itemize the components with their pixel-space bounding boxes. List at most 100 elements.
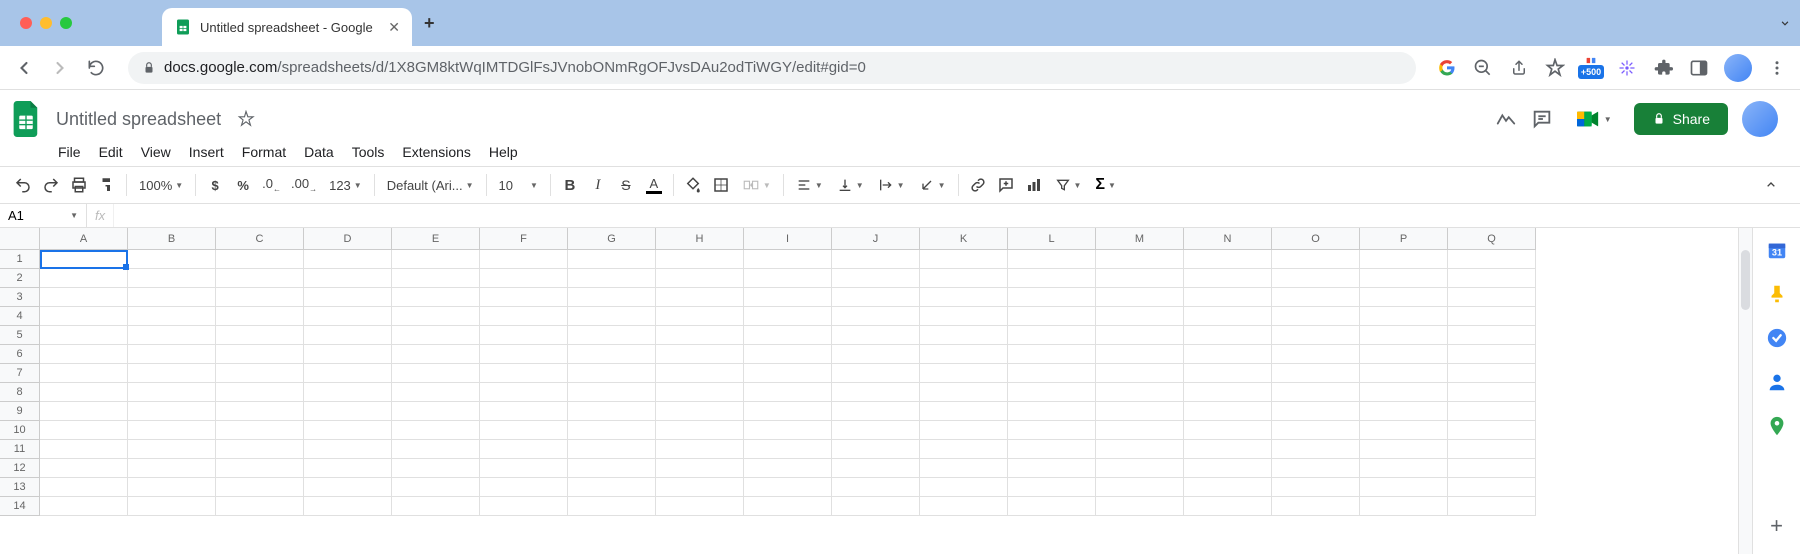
scroll-thumb[interactable] <box>1741 250 1750 310</box>
row-header[interactable]: 1 <box>0 250 40 269</box>
back-button[interactable] <box>12 56 36 80</box>
cell[interactable] <box>832 402 920 421</box>
cell[interactable] <box>1096 288 1184 307</box>
cell[interactable] <box>832 364 920 383</box>
zoom-icon[interactable] <box>1472 57 1494 79</box>
cell[interactable] <box>216 307 304 326</box>
cell[interactable] <box>1272 364 1360 383</box>
cell[interactable] <box>128 440 216 459</box>
cell[interactable] <box>1448 345 1536 364</box>
name-box[interactable]: A1 ▼ <box>0 204 87 227</box>
cell[interactable] <box>1448 269 1536 288</box>
document-title[interactable]: Untitled spreadsheet <box>50 107 227 132</box>
cell[interactable] <box>1360 326 1448 345</box>
cell[interactable] <box>1272 440 1360 459</box>
cell[interactable] <box>1184 459 1272 478</box>
cell[interactable] <box>1008 288 1096 307</box>
cell[interactable] <box>216 345 304 364</box>
share-button[interactable]: Share <box>1634 103 1728 135</box>
profile-avatar[interactable] <box>1724 54 1752 82</box>
cell[interactable] <box>744 440 832 459</box>
cell[interactable] <box>40 459 128 478</box>
cell[interactable] <box>40 326 128 345</box>
cell[interactable] <box>1448 402 1536 421</box>
cell[interactable] <box>920 402 1008 421</box>
cell[interactable] <box>128 459 216 478</box>
share-icon[interactable] <box>1508 57 1530 79</box>
cell[interactable] <box>304 326 392 345</box>
cell[interactable] <box>1008 383 1096 402</box>
menu-file[interactable]: File <box>50 140 89 162</box>
cell[interactable] <box>480 497 568 516</box>
cell[interactable] <box>1008 459 1096 478</box>
cell[interactable] <box>920 421 1008 440</box>
cell[interactable] <box>1448 497 1536 516</box>
functions-dropdown[interactable]: Σ▼ <box>1089 176 1122 194</box>
currency-button[interactable]: $ <box>202 172 228 198</box>
cell[interactable] <box>480 459 568 478</box>
column-header[interactable]: A <box>40 228 128 250</box>
fill-color-button[interactable] <box>680 172 706 198</box>
reload-button[interactable] <box>84 56 108 80</box>
cell[interactable] <box>1448 364 1536 383</box>
cell[interactable] <box>1272 307 1360 326</box>
cell[interactable] <box>1360 402 1448 421</box>
cell[interactable] <box>656 326 744 345</box>
cell[interactable] <box>1272 402 1360 421</box>
cell[interactable] <box>304 288 392 307</box>
cell[interactable] <box>1008 497 1096 516</box>
row-header[interactable]: 3 <box>0 288 40 307</box>
cell[interactable] <box>1272 288 1360 307</box>
link-button[interactable] <box>965 172 991 198</box>
row-header[interactable]: 12 <box>0 459 40 478</box>
cell[interactable] <box>744 497 832 516</box>
undo-button[interactable] <box>10 172 36 198</box>
cell[interactable] <box>1096 307 1184 326</box>
cell[interactable] <box>568 326 656 345</box>
borders-button[interactable] <box>708 172 734 198</box>
cell[interactable] <box>1184 497 1272 516</box>
cell[interactable] <box>1448 440 1536 459</box>
account-avatar[interactable] <box>1742 101 1778 137</box>
cell[interactable] <box>1008 364 1096 383</box>
spreadsheet-grid[interactable]: ABCDEFGHIJKLMNOPQ 1234567891011121314 <box>0 228 1738 554</box>
meet-button[interactable]: ▼ <box>1567 104 1620 134</box>
cell[interactable] <box>568 478 656 497</box>
cell[interactable] <box>128 364 216 383</box>
activity-icon[interactable] <box>1495 108 1517 130</box>
cell[interactable] <box>304 269 392 288</box>
cell[interactable] <box>128 497 216 516</box>
cell[interactable] <box>920 345 1008 364</box>
cell[interactable] <box>744 478 832 497</box>
cell[interactable] <box>656 307 744 326</box>
cell[interactable] <box>216 383 304 402</box>
cell[interactable] <box>128 269 216 288</box>
cell[interactable] <box>832 497 920 516</box>
cell[interactable] <box>568 364 656 383</box>
cell[interactable] <box>304 478 392 497</box>
cell[interactable] <box>920 459 1008 478</box>
cell[interactable] <box>392 383 480 402</box>
address-bar[interactable]: docs.google.com/spreadsheets/d/1X8GM8ktW… <box>128 52 1416 84</box>
cell[interactable] <box>1272 250 1360 269</box>
rotate-dropdown[interactable]: ▼ <box>913 177 952 193</box>
cell[interactable] <box>568 269 656 288</box>
maps-icon[interactable] <box>1765 414 1789 438</box>
cell[interactable] <box>40 440 128 459</box>
number-format-dropdown[interactable]: 123▼ <box>323 178 368 193</box>
cell[interactable] <box>392 307 480 326</box>
cell[interactable] <box>832 459 920 478</box>
chart-button[interactable] <box>1021 172 1047 198</box>
cell[interactable] <box>392 421 480 440</box>
cell[interactable] <box>832 250 920 269</box>
cell[interactable] <box>40 269 128 288</box>
column-header[interactable]: E <box>392 228 480 250</box>
cell[interactable] <box>216 421 304 440</box>
cell[interactable] <box>480 440 568 459</box>
column-header[interactable]: H <box>656 228 744 250</box>
cell[interactable] <box>1096 440 1184 459</box>
cell[interactable] <box>744 288 832 307</box>
cell[interactable] <box>1008 440 1096 459</box>
cell[interactable] <box>128 421 216 440</box>
cell[interactable] <box>568 402 656 421</box>
